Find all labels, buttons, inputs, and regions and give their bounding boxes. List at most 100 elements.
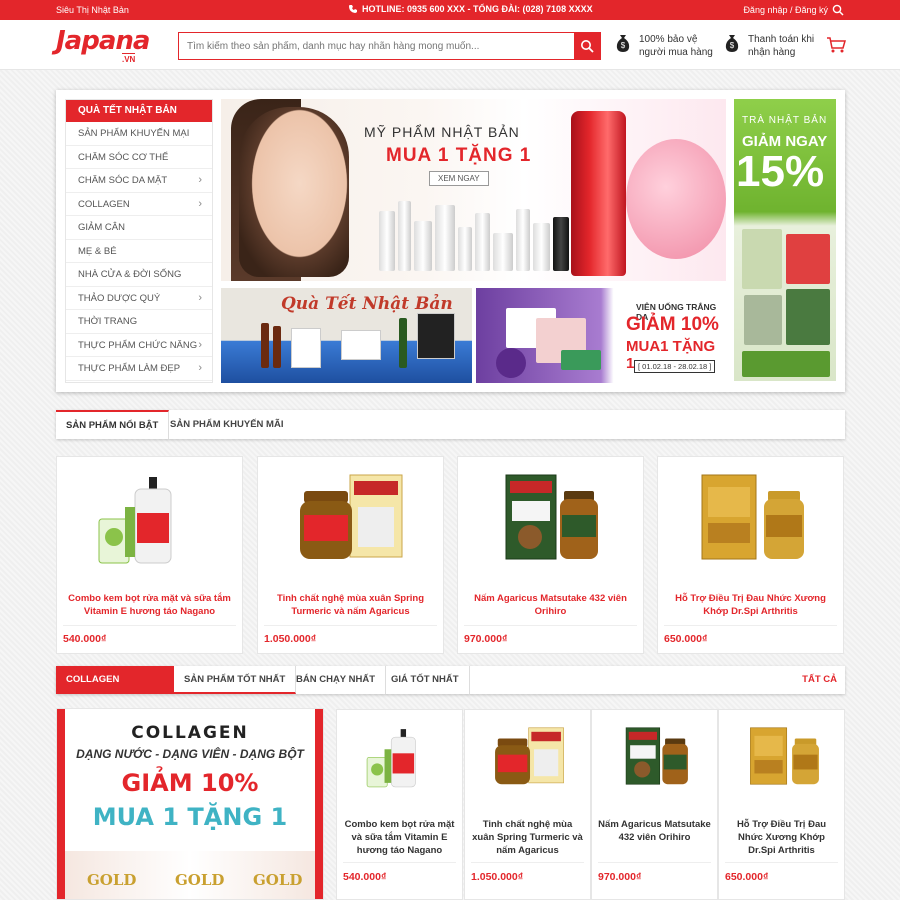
product-image[interactable] <box>87 467 212 567</box>
product-card[interactable]: Nấm Agaricus Matsutake 432 viên Orihiro 9… <box>591 709 718 900</box>
collagen-section-header: COLLAGEN SẢN PHẨM TỐT NHẤT BÁN CHẠY NHẤT… <box>56 666 845 694</box>
hero-section: QUÀ TẾT NHẬT BẢN SẢN PHẨM KHUYẾN MẠI CHĂM… <box>56 90 845 392</box>
red-bottle <box>571 111 626 276</box>
product-name[interactable]: Tinh chất nghệ mùa xuân Spring Turmeric … <box>264 592 437 618</box>
promo-subtitle: DẠNG NƯỚC - DẠNG VIÊN - DẠNG BỘT <box>76 747 304 761</box>
product-card[interactable]: Tinh chất nghệ mùa xuân Spring Turmeric … <box>464 709 591 900</box>
collagen-section-title[interactable]: COLLAGEN <box>56 666 174 694</box>
category-item[interactable]: THỜI TRANG <box>66 310 212 334</box>
product-card[interactable]: Hỗ Trợ Điều Trị Đau Nhức Xương Khớp Dr.S… <box>718 709 845 900</box>
category-item[interactable]: CHĂM SÓC CƠ THỂ <box>66 146 212 169</box>
category-item[interactable]: THẢO DƯỢC QUÝ › <box>66 287 212 310</box>
tab-best-products[interactable]: SẢN PHẨM TỐT NHẤT <box>174 666 297 694</box>
category-item[interactable]: MẸ & BÉ <box>66 240 212 263</box>
tab-best-price[interactable]: GIÁ TỐT NHẤT <box>381 666 470 694</box>
category-item[interactable]: THỰC PHẨM CHỨC NĂNG › <box>66 334 212 357</box>
cosmetic-bottles <box>379 197 569 271</box>
banner-whitening[interactable]: VIÊN UỐNG TRẮNG DA GIẢM 10% MUA1 TẶNG 1 … <box>476 288 726 383</box>
product-image[interactable] <box>614 720 698 792</box>
promo-discount: GIẢM 10% <box>121 769 259 797</box>
svg-text:$: $ <box>621 41 626 50</box>
category-item[interactable]: COLLAGEN › <box>66 193 212 216</box>
product-card[interactable]: Combo kem bọt rửa mặt và sữa tắm Vitamin… <box>56 456 243 654</box>
product-price: 650.000₫ <box>725 871 769 883</box>
view-now-button[interactable]: XEM NGAY <box>429 171 489 186</box>
gold-collagen-box: GOLD <box>253 871 303 889</box>
chevron-right-icon: › <box>198 362 202 374</box>
product-name[interactable]: Combo kem bọt rửa mặt và sữa tắm Vitamin… <box>343 818 456 857</box>
tab-best-selling[interactable]: BÁN CHẠY NHẤT <box>286 666 386 694</box>
banner-tea[interactable]: TRÀ NHẬT BẢN GIẢM NGAY 15% <box>734 99 836 381</box>
category-item-label: THỰC PHẨM CHỨC NĂNG <box>78 339 198 351</box>
tab-promotions[interactable]: SẢN PHẨM KHUYẾN MÃI <box>160 410 293 439</box>
chevron-right-icon: › <box>198 197 202 210</box>
top-bar: Siêu Thị Nhật Bản HOTLINE: 0935 600 XXX … <box>0 0 900 20</box>
search-input[interactable] <box>179 33 569 59</box>
gift-box <box>341 330 381 360</box>
chevron-right-icon: › <box>198 338 202 351</box>
product-image[interactable] <box>741 720 825 792</box>
gold-collagen-box: GOLD <box>175 871 225 889</box>
pink-petal-decoration <box>626 139 726 259</box>
banner-tea-heading: TRÀ NHẬT BẢN <box>742 115 828 126</box>
product-price: 540.000₫ <box>343 871 387 883</box>
category-item[interactable]: CHĂM SÓC DA MẶT › <box>66 169 212 193</box>
phone-icon <box>349 5 357 13</box>
product-card[interactable]: Tinh chất nghệ mùa xuân Spring Turmeric … <box>257 456 444 654</box>
category-item-label: GIẢM CÂN <box>78 222 125 233</box>
search-icon[interactable] <box>832 4 844 16</box>
product-name[interactable]: Hỗ Trợ Điều Trị Đau Nhức Xương Khớp Dr.S… <box>725 818 838 857</box>
gold-collagen-box: GOLD <box>87 871 137 889</box>
banner-tet-gifts[interactable]: Quà Tết Nhật Bản <box>221 288 472 383</box>
product-image[interactable] <box>359 720 443 792</box>
divider <box>343 862 456 863</box>
product-name[interactable]: Nấm Agaricus Matsutake 432 viên Orihiro <box>464 592 637 618</box>
category-item[interactable]: NHÀ CỬA & ĐỜI SỐNG <box>66 263 212 287</box>
category-menu: QUÀ TẾT NHẬT BẢN SẢN PHẨM KHUYẾN MẠI CHĂM… <box>65 99 213 383</box>
category-item-label: THẢO DƯỢC QUÝ <box>78 292 161 304</box>
model-face <box>239 107 349 277</box>
sake-bottle <box>273 326 281 368</box>
banner-tet-title: Quà Tết Nhật Bản <box>281 294 453 314</box>
product-name[interactable]: Combo kem bọt rửa mặt và sữa tắm Vitamin… <box>63 592 236 618</box>
product-image[interactable] <box>688 467 813 567</box>
category-item[interactable]: THỰC PHẨM LÀM ĐẸP › <box>66 357 212 381</box>
logo-suffix: .VN <box>122 53 136 64</box>
collagen-promo-banner[interactable]: COLLAGEN DẠNG NƯỚC - DẠNG VIÊN - DẠNG BỘ… <box>56 708 324 900</box>
grape-decoration <box>496 348 526 378</box>
tab-featured[interactable]: SẢN PHẨM NỔI BẬT <box>56 410 170 439</box>
feature-line: 100% bảo vệ <box>639 34 698 45</box>
product-image[interactable] <box>488 467 613 567</box>
product-name[interactable]: Nấm Agaricus Matsutake 432 viên Orihiro <box>598 818 711 844</box>
product-card[interactable]: Combo kem bọt rửa mặt và sữa tắm Vitamin… <box>336 709 463 900</box>
login-register-link[interactable]: Đăng nhập / Đăng ký <box>743 5 828 15</box>
banner-whitening-dates: [ 01.02.18 - 28.02.18 ] <box>634 360 716 373</box>
product-name[interactable]: Hỗ Trợ Điều Trị Đau Nhức Xương Khớp Dr.S… <box>664 592 837 618</box>
feature-line: Thanh toán khi <box>748 34 815 45</box>
category-item-label: CHĂM SÓC DA MẶT <box>78 175 168 186</box>
category-item[interactable]: SẢN PHẨM KHUYẾN MẠI <box>66 122 212 146</box>
feature-line: người mua hàng <box>639 47 713 58</box>
site-header: Japana .VN $ 100% bảo vệ người mua hàng $… <box>0 20 900 70</box>
category-item[interactable]: GIẢM CÂN <box>66 216 212 240</box>
site-name-link[interactable]: Siêu Thị Nhật Bản <box>56 5 129 15</box>
product-card[interactable]: Hỗ Trợ Điều Trị Đau Nhức Xương Khớp Dr.S… <box>657 456 844 654</box>
product-image[interactable] <box>487 720 571 792</box>
view-all-link[interactable]: TẤT CẢ <box>802 666 837 694</box>
buyer-protection: $ 100% bảo vệ người mua hàng <box>615 33 713 59</box>
tea-package <box>786 234 830 284</box>
product-card[interactable]: Nấm Agaricus Matsutake 432 viên Orihiro 9… <box>457 456 644 654</box>
tea-package <box>744 295 782 345</box>
search-button[interactable] <box>574 33 600 59</box>
category-menu-title[interactable]: QUÀ TẾT NHẬT BẢN <box>66 100 212 122</box>
product-image[interactable] <box>288 467 413 567</box>
divider <box>264 625 437 626</box>
search-icon <box>581 40 594 53</box>
product-name[interactable]: Tinh chất nghệ mùa xuân Spring Turmeric … <box>471 818 584 857</box>
gift-box <box>417 313 455 359</box>
banner-whitening-discount: GIẢM 10% <box>626 314 719 335</box>
category-item-label: CHĂM SÓC CƠ THỂ <box>78 151 169 163</box>
logo[interactable]: Japana <box>56 26 150 56</box>
banner-cosmetics[interactable]: MỸ PHẨM NHẬT BẢN MUA 1 TẶNG 1 XEM NGAY <box>221 99 726 281</box>
cart-icon[interactable] <box>826 36 846 54</box>
